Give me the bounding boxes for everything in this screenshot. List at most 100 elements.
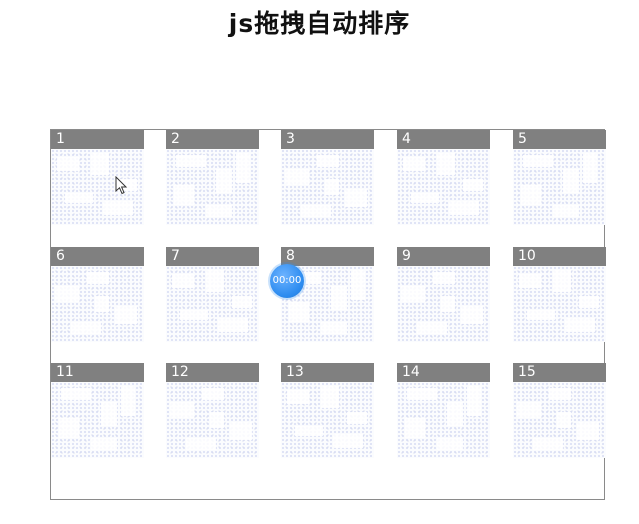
thumbnail-highlight — [176, 155, 206, 167]
sortable-card[interactable]: 7 — [166, 247, 259, 342]
thumbnail-highlight — [519, 274, 541, 288]
thumbnail-highlight — [523, 155, 553, 167]
thumbnail-highlight — [411, 193, 439, 203]
thumbnail-highlight — [61, 388, 91, 400]
sortable-card[interactable]: 12 — [166, 363, 259, 458]
page-title: js拖拽自动排序 — [228, 9, 411, 38]
thumbnail-highlight — [232, 296, 252, 308]
thumbnail-highlight — [351, 270, 365, 300]
thumbnail-highlight — [121, 386, 135, 416]
thumbnail-highlight — [65, 193, 93, 203]
thumbnail-highlight — [579, 296, 599, 308]
thumbnail-highlight — [236, 153, 250, 183]
thumbnail-highlight — [577, 422, 599, 440]
thumbnail-highlight — [437, 153, 455, 175]
thumbnail-highlight — [527, 310, 555, 320]
card-number: 8 — [281, 247, 374, 266]
sortable-card[interactable]: 1 — [51, 130, 144, 225]
thumbnail-highlight — [295, 426, 323, 436]
thumbnail-highlight — [417, 322, 447, 334]
sortable-card[interactable]: 5 — [513, 130, 606, 225]
arrow-cursor-icon — [115, 176, 128, 195]
sortable-card[interactable]: 10 — [513, 247, 606, 342]
card-thumbnail — [397, 382, 490, 458]
thumbnail-highlight — [55, 286, 79, 302]
thumbnail-highlight — [345, 189, 367, 207]
thumbnail-highlight — [186, 438, 216, 450]
card-number: 9 — [397, 247, 490, 266]
thumbnail-highlight — [206, 270, 224, 292]
card-thumbnail — [51, 266, 144, 342]
thumbnail-highlight — [59, 418, 79, 438]
thumbnail-highlight — [333, 434, 363, 448]
card-number: 12 — [166, 363, 259, 382]
card-thumbnail — [281, 382, 374, 458]
thumbnail-highlight — [463, 179, 483, 191]
sortable-card[interactable]: 14 — [397, 363, 490, 458]
sortable-card[interactable]: 3 — [281, 130, 374, 225]
thumbnail-highlight — [405, 418, 425, 438]
card-number: 6 — [51, 247, 144, 266]
card-thumbnail — [166, 382, 259, 458]
card-number: 13 — [281, 363, 374, 382]
thumbnail-highlight — [461, 306, 483, 324]
thumbnail-highlight — [101, 402, 117, 426]
thumbnail-highlight — [549, 388, 571, 400]
thumbnail-highlight — [71, 322, 101, 334]
thumbnail-highlight — [103, 201, 133, 215]
sortable-card[interactable]: 4 — [397, 130, 490, 225]
thumbnail-highlight — [301, 205, 331, 217]
sortable-card[interactable]: 9 — [397, 247, 490, 342]
thumbnail-highlight — [285, 169, 309, 185]
card-number: 15 — [513, 363, 606, 382]
card-thumbnail — [397, 266, 490, 342]
card-thumbnail — [51, 149, 144, 225]
thumbnail-highlight — [563, 169, 579, 193]
thumbnail-highlight — [401, 286, 425, 302]
thumbnail-highlight — [317, 155, 339, 167]
sortable-card[interactable]: 13 — [281, 363, 374, 458]
sortable-card[interactable]: 6 — [51, 247, 144, 342]
card-number: 5 — [513, 130, 606, 149]
thumbnail-highlight — [517, 402, 541, 418]
card-thumbnail — [166, 266, 259, 342]
thumbnail-highlight — [553, 270, 571, 292]
recording-timer-badge: 00:00 — [270, 264, 304, 298]
card-number: 1 — [51, 130, 144, 149]
card-thumbnail — [513, 149, 606, 225]
card-number: 4 — [397, 130, 490, 149]
sortable-card[interactable]: 15 — [513, 363, 606, 458]
card-thumbnail — [166, 149, 259, 225]
sortable-card[interactable]: 2 — [166, 130, 259, 225]
thumbnail-highlight — [95, 296, 109, 312]
thumbnail-highlight — [289, 302, 309, 322]
thumbnail-highlight — [202, 388, 224, 400]
card-thumbnail — [513, 382, 606, 458]
thumbnail-highlight — [174, 185, 194, 205]
thumbnail-highlight — [565, 318, 595, 332]
thumbnail-highlight — [91, 438, 117, 450]
thumbnail-highlight — [583, 153, 597, 183]
thumbnail-highlight — [321, 322, 347, 334]
thumbnail-highlight — [180, 310, 208, 320]
thumbnail-highlight — [57, 157, 79, 171]
thumbnail-highlight — [230, 422, 252, 440]
thumbnail-highlight — [433, 272, 455, 284]
sortable-card[interactable]: 11 — [51, 363, 144, 458]
thumbnail-highlight — [467, 386, 481, 416]
thumbnail-highlight — [533, 438, 563, 450]
card-number: 14 — [397, 363, 490, 382]
card-thumbnail — [281, 149, 374, 225]
thumbnail-highlight — [287, 390, 309, 404]
thumbnail-highlight — [87, 272, 109, 284]
card-number: 11 — [51, 363, 144, 382]
thumbnail-highlight — [553, 205, 579, 217]
thumbnail-highlight — [447, 402, 463, 426]
card-number: 3 — [281, 130, 374, 149]
card-number: 2 — [166, 130, 259, 149]
thumbnail-highlight — [172, 274, 194, 288]
thumbnail-highlight — [170, 402, 194, 418]
thumbnail-highlight — [210, 412, 224, 428]
thumbnail-highlight — [218, 318, 248, 332]
thumbnail-highlight — [557, 412, 571, 428]
